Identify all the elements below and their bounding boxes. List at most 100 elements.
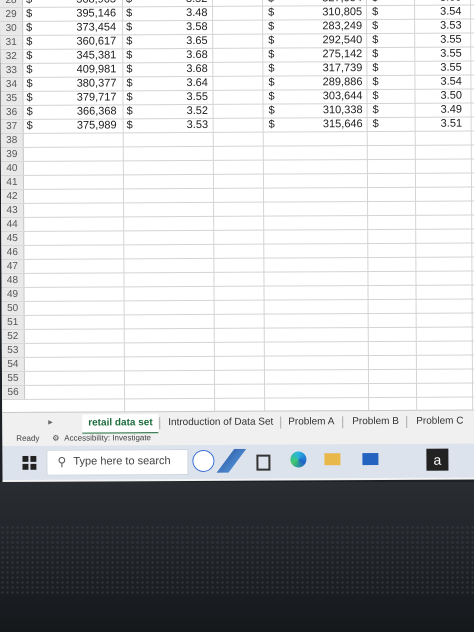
cell-value[interactable]: 317,739: [300, 62, 363, 75]
tab-problem-c[interactable]: Problem C: [410, 413, 469, 431]
cell-value[interactable]: 3.53: [187, 119, 208, 132]
spreadsheet-grid[interactable]: 28 $368,963 $3.52 $327,054 $3.60 29 $395,146 $3…: [0, 0, 474, 412]
taskbar-search-box[interactable]: ⚲ Type here to search: [46, 449, 189, 476]
currency-symbol: $: [268, 20, 275, 33]
cell-value[interactable]: 3.65: [186, 35, 207, 48]
row-header[interactable]: 38: [0, 133, 24, 147]
cell-value[interactable]: 3.55: [440, 48, 461, 61]
cell-value[interactable]: 310,805: [300, 6, 362, 19]
cell-value[interactable]: 3.54: [440, 6, 461, 19]
cell-value[interactable]: 3.52: [186, 0, 207, 6]
cell-value[interactable]: 3.68: [186, 63, 207, 76]
currency-symbol: $: [268, 90, 275, 103]
row-header[interactable]: 36: [0, 105, 24, 119]
cell-value[interactable]: 3.53: [440, 20, 461, 33]
cell-value[interactable]: 368,963: [64, 0, 116, 7]
cell-value[interactable]: 373,454: [64, 21, 116, 34]
currency-symbol: $: [372, 34, 379, 47]
currency-symbol: $: [126, 21, 133, 34]
currency-symbol: $: [268, 48, 275, 61]
cell-value[interactable]: 3.49: [441, 104, 462, 117]
row-header[interactable]: 54: [1, 357, 25, 371]
row-header[interactable]: 49: [1, 287, 25, 301]
currency-symbol: $: [268, 104, 275, 117]
row-header[interactable]: 30: [0, 21, 24, 35]
tab-introduction-of-data-set[interactable]: Introduction of Data Set: [162, 414, 279, 433]
cell-value[interactable]: 366,368: [65, 105, 117, 118]
currency-symbol: $: [126, 77, 133, 90]
row-header[interactable]: 40: [0, 161, 24, 175]
cell-value[interactable]: 289,886: [300, 76, 363, 89]
cell-value[interactable]: 380,377: [64, 77, 117, 90]
cell-value[interactable]: 3.60: [440, 0, 461, 5]
cell-value[interactable]: 275,142: [300, 48, 362, 61]
row-header[interactable]: 51: [1, 315, 25, 329]
row-header[interactable]: 48: [1, 273, 25, 287]
currency-symbol: $: [372, 90, 379, 103]
table-row[interactable]: 56: [2, 383, 474, 400]
row-header[interactable]: 35: [0, 91, 24, 105]
row-header[interactable]: 33: [0, 63, 24, 77]
row-header[interactable]: 45: [1, 231, 25, 245]
cell-value[interactable]: 345,381: [64, 49, 116, 62]
row-header[interactable]: 43: [1, 203, 25, 217]
cell-value[interactable]: 3.55: [440, 34, 461, 47]
row-header[interactable]: 55: [1, 371, 26, 385]
row-header[interactable]: 52: [1, 329, 25, 343]
row-header[interactable]: 47: [1, 259, 25, 273]
pen-app-icon[interactable]: [216, 449, 246, 473]
tab-problem-b[interactable]: Problem B: [346, 413, 405, 431]
row-header[interactable]: 44: [1, 217, 25, 231]
cell-value[interactable]: 3.50: [440, 90, 461, 103]
cell-value[interactable]: 3.64: [186, 77, 207, 90]
cell-value[interactable]: 292,540: [300, 34, 362, 47]
row-header[interactable]: 29: [0, 7, 24, 21]
row-header[interactable]: 37: [0, 119, 24, 133]
cell-value[interactable]: 409,981: [64, 63, 117, 76]
file-explorer-icon[interactable]: [324, 453, 341, 466]
cell-value[interactable]: 310,338: [301, 104, 363, 117]
cell-value[interactable]: 3.55: [186, 91, 207, 104]
currency-symbol: $: [372, 48, 379, 61]
row-header[interactable]: 34: [0, 77, 24, 91]
cell-value[interactable]: 327,054: [300, 0, 362, 5]
row-header[interactable]: 53: [1, 343, 25, 357]
currency-symbol: $: [126, 0, 132, 6]
cell-value[interactable]: 3.48: [186, 7, 207, 20]
cell-value[interactable]: 3.58: [186, 21, 207, 34]
row-header[interactable]: 56: [2, 385, 26, 399]
row-header[interactable]: 46: [1, 245, 25, 259]
windows-start-icon[interactable]: [22, 455, 37, 470]
tab-retail-data-set[interactable]: retail data set: [82, 414, 159, 435]
tab-problem-a[interactable]: Problem A: [282, 413, 340, 431]
task-view-icon[interactable]: [256, 454, 271, 471]
currency-symbol: $: [126, 105, 133, 118]
cell-value[interactable]: 3.52: [187, 105, 208, 118]
row-header[interactable]: 42: [0, 189, 25, 203]
row-header[interactable]: 50: [1, 301, 25, 315]
cell-value[interactable]: 395,146: [64, 7, 116, 20]
amazon-icon[interactable]: a: [426, 448, 449, 471]
cell-value[interactable]: 283,249: [300, 20, 362, 33]
edge-browser-icon[interactable]: [290, 451, 307, 468]
row-header[interactable]: 32: [0, 49, 24, 63]
widgets-icon[interactable]: [192, 449, 215, 472]
currency-symbol: $: [126, 91, 133, 104]
cell-value[interactable]: 3.55: [440, 62, 461, 75]
cell-value[interactable]: 3.68: [186, 49, 207, 62]
cell-value[interactable]: 3.51: [441, 118, 462, 131]
search-input[interactable]: Type here to search: [73, 455, 170, 468]
row-header[interactable]: 41: [0, 175, 24, 189]
tab-scroll-arrow-icon[interactable]: ▸: [48, 417, 53, 428]
mail-icon[interactable]: [362, 453, 379, 466]
cell-value[interactable]: 3.54: [440, 76, 461, 89]
cell-value[interactable]: 375,989: [65, 119, 117, 132]
cell-value[interactable]: 379,717: [64, 91, 117, 104]
row-header[interactable]: 28: [0, 0, 24, 7]
cell-value[interactable]: 303,644: [300, 90, 363, 103]
accessibility-status[interactable]: Accessibility: Investigate: [64, 433, 151, 442]
row-header[interactable]: 39: [0, 147, 24, 161]
cell-value[interactable]: 360,617: [64, 35, 116, 48]
cell-value[interactable]: 315,646: [301, 118, 363, 131]
row-header[interactable]: 31: [0, 35, 24, 49]
